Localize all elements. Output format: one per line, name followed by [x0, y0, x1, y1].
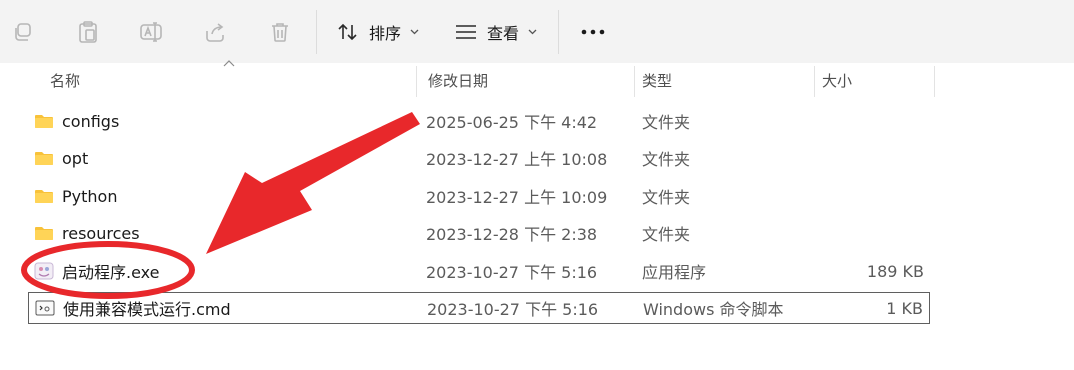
sort-button[interactable]: 排序 [337, 16, 419, 48]
command-bar: 排序 查看 [0, 0, 1074, 63]
view-label: 查看 [487, 24, 520, 43]
toolbar-separator [316, 10, 317, 54]
column-size-label: 大小 [822, 71, 853, 90]
file-modified: 2023-12-27 上午 10:09 [426, 188, 608, 207]
column-header-type[interactable]: 类型 [630, 63, 814, 97]
row-name-cell: Python [34, 180, 117, 212]
file-modified: 2023-12-27 上午 10:08 [426, 150, 608, 169]
table-row[interactable]: Python 2023-12-27 上午 10:09 文件夹 [28, 180, 930, 212]
row-name-cell: 使用兼容模式运行.cmd [35, 293, 231, 323]
copy-icon [15, 23, 31, 41]
file-size: 189 KB [866, 261, 924, 281]
chevron-down-icon [410, 29, 419, 35]
more-options-button[interactable] [581, 16, 605, 48]
file-type: 文件夹 [642, 188, 691, 207]
table-row[interactable]: configs 2025-06-25 下午 4:42 文件夹 [28, 105, 930, 137]
view-lines-icon [456, 25, 476, 39]
file-modified: 2023-10-27 下午 5:16 [426, 263, 598, 282]
copy-button[interactable] [12, 16, 34, 48]
chevron-down-icon [528, 29, 537, 35]
toolbar-separator [558, 10, 559, 54]
column-type-label: 类型 [642, 71, 673, 90]
folder-icon [34, 224, 54, 242]
paste-button[interactable] [77, 16, 99, 48]
row-name-cell: resources [34, 217, 140, 249]
delete-button[interactable] [269, 16, 291, 48]
column-divider[interactable] [934, 66, 935, 97]
script-icon [35, 299, 55, 317]
column-name-label: 名称 [50, 71, 81, 90]
table-row[interactable]: resources 2023-12-28 下午 2:38 文件夹 [28, 217, 930, 249]
row-name-cell: 启动程序.exe [34, 255, 159, 287]
table-row[interactable]: 使用兼容模式运行.cmd 2023-10-27 下午 5:16 Windows … [28, 292, 930, 324]
column-modified-label: 修改日期 [428, 71, 489, 90]
file-type: 文件夹 [642, 225, 691, 244]
folder-icon [34, 149, 54, 167]
column-header-modified[interactable]: 修改日期 [416, 63, 634, 97]
file-name: configs [62, 111, 120, 131]
rename-button[interactable] [139, 16, 163, 48]
table-row[interactable]: 启动程序.exe 2023-10-27 下午 5:16 应用程序 189 KB [28, 255, 930, 287]
file-name: Python [62, 186, 118, 206]
row-name-cell: configs [34, 105, 119, 137]
file-type: 文件夹 [642, 113, 691, 132]
folder-icon [34, 187, 54, 205]
application-icon [34, 262, 54, 280]
rename-icon [140, 22, 162, 42]
file-type: Windows 命令脚本 [643, 300, 784, 319]
file-modified: 2025-06-25 下午 4:42 [426, 113, 598, 132]
share-icon [206, 23, 224, 42]
column-header-name[interactable]: 名称 [38, 63, 416, 97]
column-header-size[interactable]: 大小 [810, 63, 934, 97]
file-size: 1 KB [886, 298, 923, 318]
row-name-cell: opt [34, 142, 88, 174]
file-type: 文件夹 [642, 150, 691, 169]
file-modified: 2023-12-28 下午 2:38 [426, 225, 598, 244]
file-name: resources [62, 223, 140, 243]
more-icon [581, 29, 605, 35]
folder-icon [34, 112, 54, 130]
clipboard-icon [79, 21, 97, 43]
trash-icon [272, 23, 288, 42]
sort-label: 排序 [369, 24, 402, 43]
share-button[interactable] [204, 16, 226, 48]
file-name: 使用兼容模式运行.cmd [63, 300, 231, 319]
sort-arrows-icon [338, 23, 357, 41]
file-modified: 2023-10-27 下午 5:16 [427, 300, 599, 319]
view-button[interactable]: 查看 [455, 16, 537, 48]
file-type: 应用程序 [642, 263, 707, 282]
table-row[interactable]: opt 2023-12-27 上午 10:08 文件夹 [28, 142, 930, 174]
file-name: 启动程序.exe [62, 263, 160, 282]
file-name: opt [62, 148, 89, 168]
